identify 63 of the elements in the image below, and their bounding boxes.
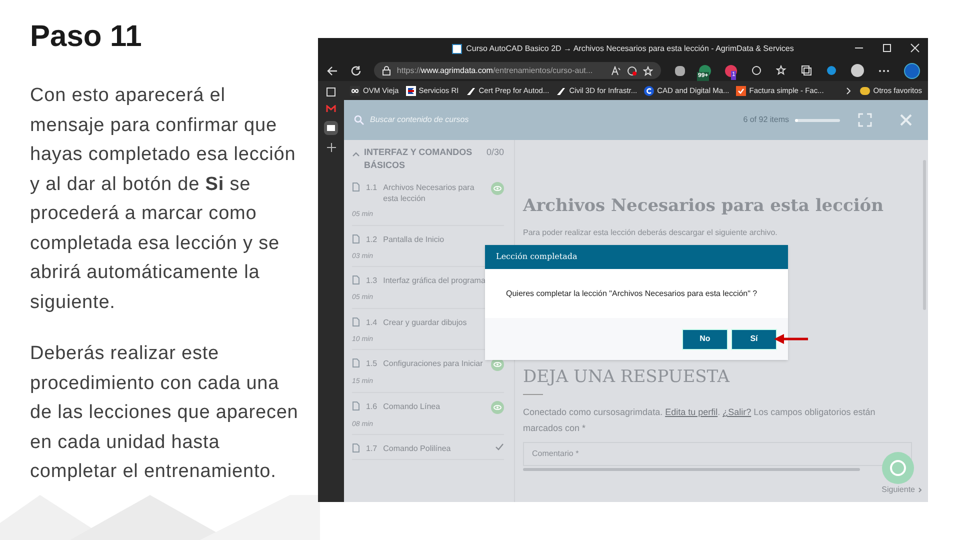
document-icon <box>352 400 360 410</box>
folder-icon <box>860 86 870 94</box>
lesson-number: 1.7 <box>366 443 378 455</box>
profile-link[interactable]: Edita tu perfil <box>665 407 718 417</box>
address-bar[interactable]: https://www.agrimdata.com/entrenamientos/curso-aut... <box>374 62 661 79</box>
bookmark-icon <box>466 86 476 96</box>
slide-title: Paso 11 <box>30 19 143 55</box>
lesson-number: 1.2 <box>366 234 378 246</box>
star-icon[interactable] <box>642 66 653 76</box>
mail-icon[interactable] <box>326 105 336 113</box>
pointer-arrow <box>774 334 808 344</box>
lesson-number: 1.1 <box>366 182 378 194</box>
lesson-text: Para poder realizar esta lección deberás descargar el siguiente archivo. <box>523 226 778 238</box>
dialog-title: Lección completada <box>485 245 788 269</box>
add-icon[interactable] <box>326 143 336 152</box>
read-aloud-icon[interactable] <box>610 66 621 76</box>
slide-paragraph: Deberás realizar este procedimiento con cada una de las lecciones que aparecen en cada unidad hasta completar el entrenamiento. <box>30 342 300 484</box>
bookmark-icon <box>406 86 416 96</box>
tracking-icon[interactable] <box>626 66 637 76</box>
collections-icon[interactable] <box>800 65 812 76</box>
chevron-icon <box>846 86 852 94</box>
logout-link[interactable]: ¿Salir? <box>722 407 752 417</box>
bookmark-icon <box>556 86 566 96</box>
bookmark-icon <box>350 86 360 96</box>
bookmark-icon <box>644 86 654 96</box>
more-icon[interactable] <box>878 68 890 72</box>
document-icon <box>352 275 360 285</box>
url-text: https://www.agrimdata.com/entrenamientos/curso-aut... <box>396 64 594 76</box>
maximize-icon[interactable] <box>882 43 892 53</box>
site-favicon-icon <box>452 44 462 54</box>
copilot-icon[interactable] <box>904 62 920 78</box>
document-icon <box>352 316 360 326</box>
lesson-number: 1.6 <box>366 400 378 412</box>
progress-text: 6 of 92 items <box>743 114 789 126</box>
dialog-message: Quieres completar la lección "Archivos Necesarios para esta lección" ? <box>505 288 758 300</box>
lesson-title: Archivos Necesarios para esta lección <box>523 195 884 218</box>
lesson-number: 1.5 <box>366 358 378 370</box>
favorites-icon[interactable] <box>776 65 787 76</box>
lesson-number: 1.3 <box>366 275 378 287</box>
login-notice: Conectado como cursosagrimdata. Edita tu perfil. ¿Salir? Los campos obligatorios están marcados con * <box>523 406 876 435</box>
tab-icon[interactable] <box>326 87 336 97</box>
avatar-icon[interactable] <box>850 64 864 77</box>
document-icon <box>352 234 360 244</box>
dialog-button[interactable]: Sí <box>731 328 777 350</box>
refresh-icon[interactable] <box>350 64 362 76</box>
document-icon <box>352 358 360 368</box>
chevron-icon <box>918 487 922 493</box>
close-icon[interactable] <box>910 43 920 53</box>
extension-icon[interactable] <box>674 66 685 76</box>
lesson-number: 1.4 <box>366 316 378 328</box>
lock-icon <box>382 66 391 76</box>
section-count: 0/30 <box>486 146 504 159</box>
back-icon[interactable] <box>326 64 338 76</box>
bookmark-icon <box>736 86 746 96</box>
dialog-button[interactable]: No <box>682 328 728 350</box>
search-icon <box>354 115 364 125</box>
search-field[interactable]: Buscar contenido de cursos <box>370 114 738 126</box>
site-tab-icon[interactable] <box>324 121 338 135</box>
window-title: Curso AutoCAD Basico 2D → Archivos Necesarios para esta lección - AgrimData & Services <box>466 43 794 55</box>
slide-paragraph: Con esto aparecerá el mensaje para confirmar que hayas completado esa lección y al dar al botón de Si se procederá a marcar como completada esa lección y se abrirá automáticamente la siguiente. <box>30 84 297 314</box>
document-icon <box>352 443 360 453</box>
document-icon <box>352 182 360 192</box>
reply-heading: DEJA UNA RESPUESTA <box>523 366 731 388</box>
